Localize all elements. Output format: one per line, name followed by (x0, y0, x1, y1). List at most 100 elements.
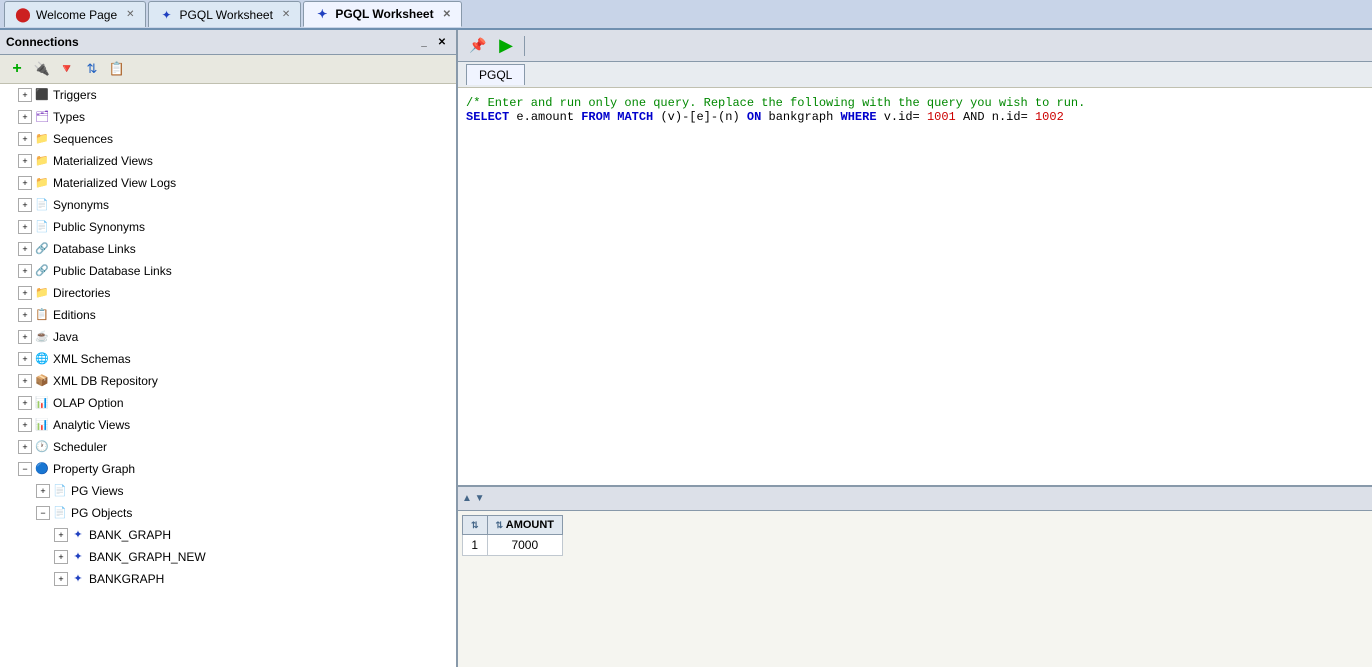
scheduler-icon: 🕐 (34, 439, 50, 455)
expand-directories[interactable]: + (18, 286, 32, 300)
left-panel: Connections _ ✕ + 🔌 🔻 ⇅ 📋 + ⬛ (0, 30, 458, 667)
expand-java[interactable]: + (18, 330, 32, 344)
expand-bankgraph[interactable]: + (54, 572, 68, 586)
editions-label: Editions (53, 306, 96, 324)
col-amount-header[interactable]: ⇅ AMOUNT (487, 516, 562, 535)
pg-views-label: PG Views (71, 482, 123, 500)
tree-item-bank-graph-new[interactable]: + ✦ BANK_GRAPH_NEW (0, 546, 456, 568)
analytic-views-label: Analytic Views (53, 416, 130, 434)
copy-button[interactable]: 📋 (106, 58, 128, 80)
editions-icon: 📋 (34, 307, 50, 323)
pgql1-tab-icon: ✦ (159, 7, 175, 23)
tab-pgql1[interactable]: ✦ PGQL Worksheet ✕ (148, 1, 302, 27)
olap-label: OLAP Option (53, 394, 124, 412)
expand-editions[interactable]: + (18, 308, 32, 322)
tree-item-types[interactable]: + 🗂 Types (0, 106, 456, 128)
tab-pgql2-close[interactable]: ✕ (443, 9, 451, 20)
expand-pub-db-links[interactable]: + (18, 264, 32, 278)
tree-item-pg-objects[interactable]: − 📄 PG Objects (0, 502, 456, 524)
content-area: Connections _ ✕ + 🔌 🔻 ⇅ 📋 + ⬛ (0, 30, 1372, 667)
expand-triggers[interactable]: + (18, 88, 32, 102)
tree-item-db-links[interactable]: + 🔗 Database Links (0, 238, 456, 260)
tree-item-pg-views[interactable]: + 📄 PG Views (0, 480, 456, 502)
bank-graph-new-label: BANK_GRAPH_NEW (89, 548, 206, 566)
expand-synonyms[interactable]: + (18, 198, 32, 212)
cell-rownum: 1 (463, 535, 488, 556)
tree-item-pub-db-links[interactable]: + 🔗 Public Database Links (0, 260, 456, 282)
expand-property-graph[interactable]: − (18, 462, 32, 476)
expand-xml-db[interactable]: + (18, 374, 32, 388)
sort-button[interactable]: ⇅ (81, 58, 103, 80)
main-container: ⬤ Welcome Page ✕ ✦ PGQL Worksheet ✕ ✦ PG… (0, 0, 1372, 667)
keyword-where: WHERE (841, 110, 877, 124)
tree-item-xml-schemas[interactable]: + 🌐 XML Schemas (0, 348, 456, 370)
sort-amount-icon[interactable]: ⇅ (496, 520, 504, 530)
tree-item-triggers[interactable]: + ⬛ Triggers (0, 84, 456, 106)
text-e-amount: e.amount (516, 110, 581, 124)
bank-graph-label: BANK_GRAPH (89, 526, 171, 544)
text-and-n-id: AND n.id= (963, 110, 1028, 124)
toolbar-separator (524, 36, 525, 56)
keyword-select: SELECT (466, 110, 509, 124)
tree-item-olap[interactable]: + 📊 OLAP Option (0, 392, 456, 414)
welcome-tab-icon: ⬤ (15, 7, 31, 23)
expand-pg-views[interactable]: + (36, 484, 50, 498)
expand-analytic-views[interactable]: + (18, 418, 32, 432)
tree-item-java[interactable]: + ☕ Java (0, 326, 456, 348)
expand-olap[interactable]: + (18, 396, 32, 410)
bankgraph-label: BANKGRAPH (89, 570, 164, 588)
tab-welcome[interactable]: ⬤ Welcome Page ✕ (4, 1, 146, 27)
tree-item-mat-view-logs[interactable]: + 📁 Materialized View Logs (0, 172, 456, 194)
filter-button[interactable]: 🔻 (56, 58, 78, 80)
number-1001: 1001 (927, 110, 956, 124)
expand-mat-views[interactable]: + (18, 154, 32, 168)
tab-bar: ⬤ Welcome Page ✕ ✦ PGQL Worksheet ✕ ✦ PG… (0, 0, 1372, 30)
expand-scheduler[interactable]: + (18, 440, 32, 454)
expand-types[interactable]: + (18, 110, 32, 124)
tree-item-synonyms[interactable]: + 📄 Synonyms (0, 194, 456, 216)
col-rownum-header[interactable]: ⇅ (463, 516, 488, 535)
add-connection-button[interactable]: + (6, 58, 28, 80)
minimize-icon[interactable]: _ (416, 34, 432, 50)
expand-pg-objects[interactable]: − (36, 506, 50, 520)
tree-item-directories[interactable]: + 📁 Directories (0, 282, 456, 304)
pgql2-tab-icon: ✦ (314, 6, 330, 22)
expand-xml-schemas[interactable]: + (18, 352, 32, 366)
db-links-label: Database Links (53, 240, 136, 258)
editor-area[interactable]: /* Enter and run only one query. Replace… (458, 88, 1372, 487)
tab-pgql2[interactable]: ✦ PGQL Worksheet ✕ (303, 1, 462, 27)
run-button[interactable]: ▶ (494, 34, 518, 58)
expand-bank-graph[interactable]: + (54, 528, 68, 542)
tab-pgql1-close[interactable]: ✕ (282, 9, 290, 20)
tree-item-pub-synonyms[interactable]: + 📄 Public Synonyms (0, 216, 456, 238)
triggers-icon: ⬛ (34, 87, 50, 103)
expand-pub-synonyms[interactable]: + (18, 220, 32, 234)
tree-item-mat-views[interactable]: + 📁 Materialized Views (0, 150, 456, 172)
expand-db-links[interactable]: + (18, 242, 32, 256)
synonyms-icon: 📄 (34, 197, 50, 213)
results-collapse-icon[interactable]: ▲ ▼ (462, 493, 485, 504)
tree-item-xml-db[interactable]: + 📦 XML DB Repository (0, 370, 456, 392)
connections-tree[interactable]: + ⬛ Triggers + 🗂 Types + 📁 Sequences (0, 84, 456, 667)
sort-rownum-icon[interactable]: ⇅ (471, 520, 479, 530)
pin-button[interactable]: 📌 (466, 34, 490, 58)
close-header-icon[interactable]: ✕ (434, 34, 450, 50)
bank-graph-icon: ✦ (70, 527, 86, 543)
connections-title: Connections (6, 35, 79, 49)
expand-bank-graph-new[interactable]: + (54, 550, 68, 564)
tree-item-bankgraph[interactable]: + ✦ BANKGRAPH (0, 568, 456, 590)
pgql-sub-tab[interactable]: PGQL (466, 64, 525, 85)
tree-item-property-graph[interactable]: − 🔵 Property Graph (0, 458, 456, 480)
results-toolbar: ▲ ▼ (458, 487, 1372, 511)
tree-item-sequences[interactable]: + 📁 Sequences (0, 128, 456, 150)
refresh-button[interactable]: 🔌 (31, 58, 53, 80)
tab-welcome-close[interactable]: ✕ (126, 9, 134, 20)
expand-sequences[interactable]: + (18, 132, 32, 146)
tree-item-scheduler[interactable]: + 🕐 Scheduler (0, 436, 456, 458)
expand-mat-view-logs[interactable]: + (18, 176, 32, 190)
tree-item-analytic-views[interactable]: + 📊 Analytic Views (0, 414, 456, 436)
number-1002: 1002 (1035, 110, 1064, 124)
table-row: 1 7000 (463, 535, 563, 556)
tree-item-editions[interactable]: + 📋 Editions (0, 304, 456, 326)
tree-item-bank-graph[interactable]: + ✦ BANK_GRAPH (0, 524, 456, 546)
